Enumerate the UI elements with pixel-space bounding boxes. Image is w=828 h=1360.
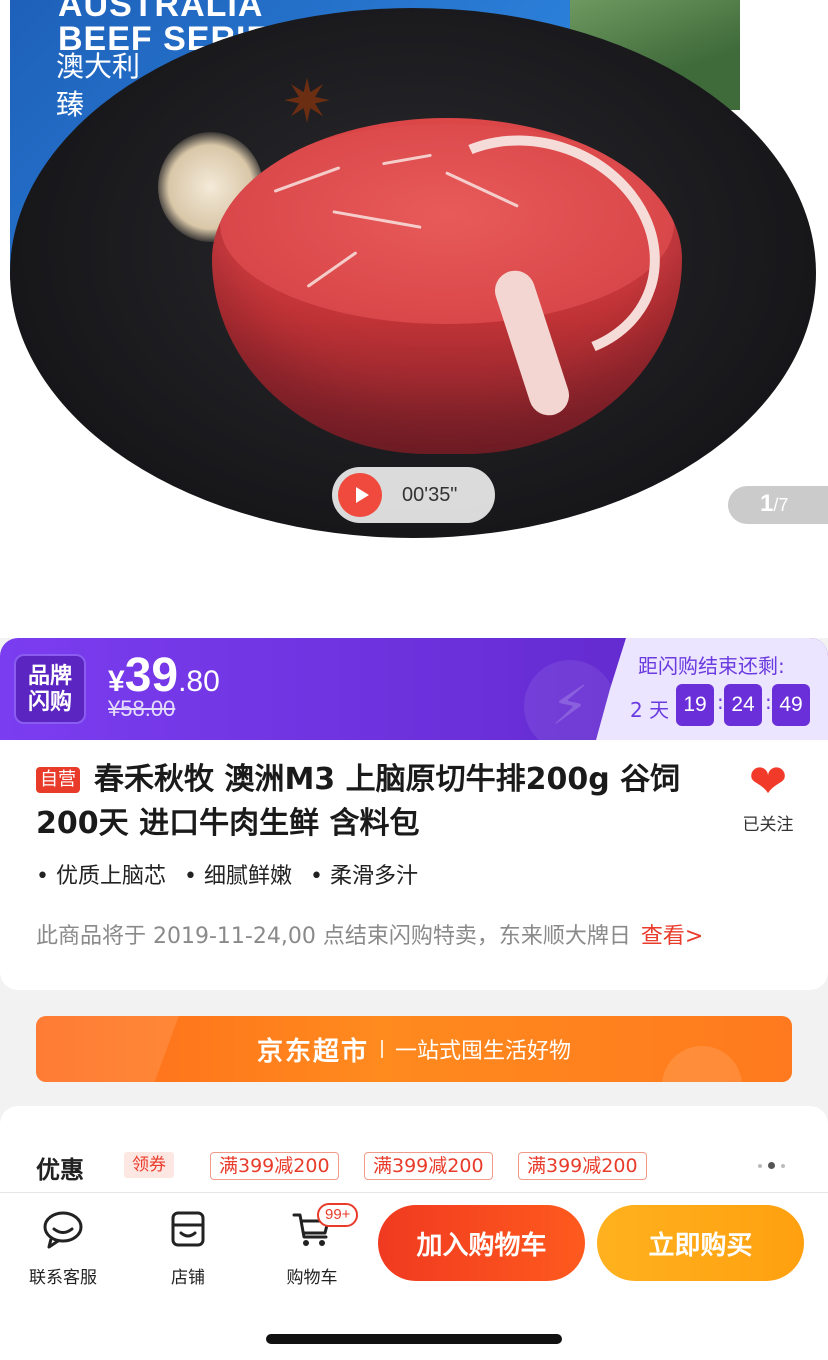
store-icon bbox=[171, 1211, 205, 1247]
star-anise-icon: ✷ bbox=[281, 67, 333, 137]
cart-label: 购物车 bbox=[286, 1268, 338, 1288]
countdown-sep: : bbox=[765, 690, 772, 714]
price-symbol: ¥ bbox=[108, 665, 125, 698]
service-label: 联系客服 bbox=[29, 1268, 97, 1288]
flash-countdown: 距闪购结束还剩: 2 天 19 : 24 : 49 bbox=[596, 638, 828, 740]
notice-view-link[interactable]: 查看> bbox=[641, 924, 703, 949]
get-coupon-button[interactable]: 领券 bbox=[124, 1152, 174, 1178]
coupon-chip[interactable]: 满399减200 bbox=[518, 1152, 647, 1180]
image-page-indicator: 1 /7 bbox=[728, 486, 828, 524]
dot-active bbox=[768, 1162, 775, 1169]
notice-text: 此商品将于 2019-11-24,00 点结束闪购特卖，东来顺大牌日 bbox=[36, 924, 631, 949]
countdown-days: 2 天 bbox=[630, 698, 670, 722]
follow-button[interactable]: ❤ 已关注 bbox=[738, 758, 798, 835]
follow-label: 已关注 bbox=[742, 815, 794, 835]
coupon-section: 优惠 领券 满399减200 满399减200 满399减200 bbox=[0, 1106, 828, 1196]
banner-divider bbox=[381, 1040, 383, 1058]
feature-item: 优质上脑芯 bbox=[36, 858, 166, 890]
product-title: 春禾秋牧 澳洲M3 上脑原切牛排200g 谷饲200天 进口牛肉生鲜 含料包 bbox=[36, 762, 681, 841]
cart-button[interactable]: 99+ 购物车 bbox=[267, 1203, 359, 1288]
badge-line1: 品牌 bbox=[27, 664, 72, 689]
bottom-action-bar: 联系客服 店铺 99+ 购物车 加入购物车 立即购买 bbox=[0, 1192, 828, 1292]
dot bbox=[758, 1163, 762, 1168]
countdown-hours: 19 bbox=[676, 684, 714, 726]
flash-sale-badge: 品牌 闪购 bbox=[14, 654, 86, 724]
product-features: 优质上脑芯 细腻鲜嫩 柔滑多汁 bbox=[36, 858, 418, 890]
feature-item: 细腻鲜嫩 bbox=[184, 858, 292, 890]
buy-now-button[interactable]: 立即购买 bbox=[597, 1205, 804, 1281]
dot bbox=[781, 1163, 785, 1168]
coupon-chip[interactable]: 满399减200 bbox=[364, 1152, 493, 1180]
home-indicator[interactable] bbox=[266, 1334, 562, 1344]
jd-supermarket-banner[interactable]: 京东超市 一站式囤生活好物 bbox=[36, 1016, 792, 1082]
cart-count-badge: 99+ bbox=[317, 1203, 359, 1227]
countdown-minutes: 24 bbox=[724, 684, 762, 726]
product-info-card: 自营 春禾秋牧 澳洲M3 上脑原切牛排200g 谷饲200天 进口牛肉生鲜 含料… bbox=[0, 740, 828, 990]
flash-end-notice: 此商品将于 2019-11-24,00 点结束闪购特卖，东来顺大牌日 查看> bbox=[36, 918, 703, 950]
flash-price: ¥39.80 bbox=[108, 648, 220, 703]
countdown-title: 距闪购结束还剩: bbox=[638, 654, 785, 678]
price-decimal: .80 bbox=[178, 665, 220, 698]
price-integer: 39 bbox=[124, 649, 179, 702]
countdown-seconds: 49 bbox=[772, 684, 810, 726]
product-image-gallery[interactable]: AUSTRALIA BEEF SERIE 澳大利 臻 ✷ 00'35" 1 /7 bbox=[0, 0, 828, 638]
play-icon[interactable] bbox=[338, 473, 382, 517]
coupon-chip[interactable]: 满399减200 bbox=[210, 1152, 339, 1180]
shop-button[interactable]: 店铺 bbox=[143, 1209, 233, 1288]
video-duration: 00'35" bbox=[402, 483, 458, 506]
feature-item: 柔滑多汁 bbox=[310, 858, 418, 890]
package-subtitle-line1: 澳大利 bbox=[56, 50, 141, 83]
banner-title: 京东超市 bbox=[256, 1036, 369, 1067]
flash-sale-bar: 品牌 闪购 ⚡ ¥39.80 ¥58.00 距闪购结束还剩: 2 天 19 : … bbox=[0, 638, 828, 740]
chat-face-icon bbox=[43, 1211, 83, 1249]
video-play-button[interactable]: 00'35" bbox=[332, 467, 495, 523]
contact-service-button[interactable]: 联系客服 bbox=[18, 1209, 108, 1288]
home-indicator-area bbox=[0, 1292, 828, 1360]
countdown-sep: : bbox=[717, 690, 724, 714]
package-title-line1: AUSTRALIA bbox=[58, 0, 264, 24]
add-to-cart-button[interactable]: 加入购物车 bbox=[378, 1205, 585, 1281]
banner-subtitle: 一站式囤生活好物 bbox=[395, 1039, 572, 1064]
page-total: /7 bbox=[773, 495, 789, 515]
heart-icon[interactable]: ❤ bbox=[738, 758, 798, 804]
page-current: 1 bbox=[760, 490, 774, 517]
badge-line2: 闪购 bbox=[27, 690, 72, 715]
more-coupons-indicator[interactable] bbox=[758, 1162, 785, 1169]
original-price: ¥58.00 bbox=[108, 696, 176, 721]
coupon-section-label: 优惠 bbox=[36, 1156, 84, 1184]
shop-label: 店铺 bbox=[171, 1268, 205, 1288]
